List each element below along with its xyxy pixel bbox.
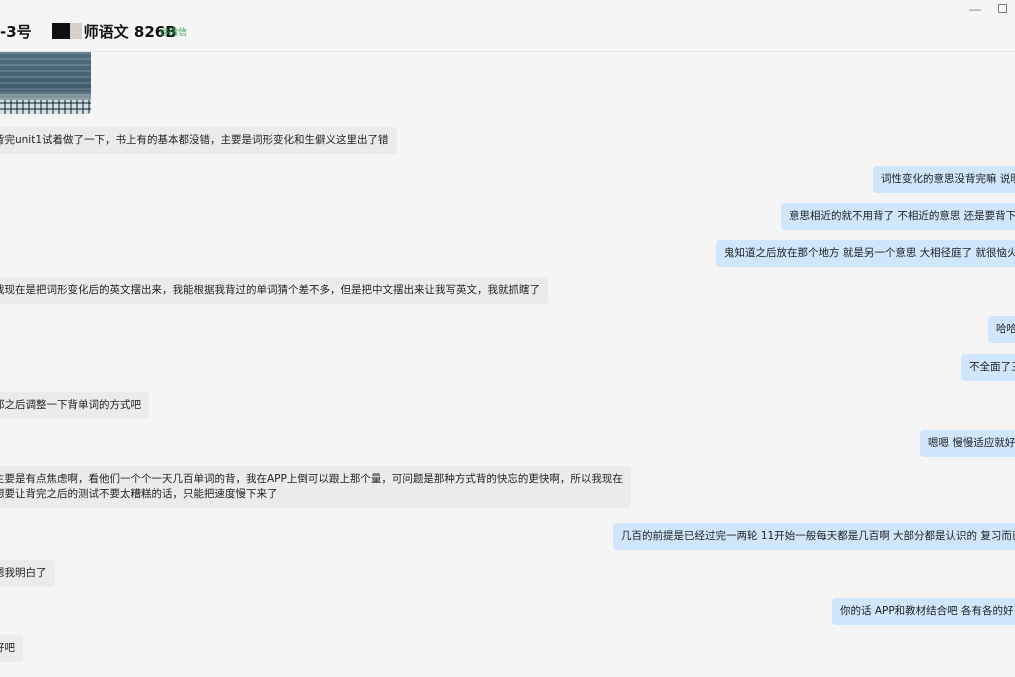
message-bubble-out[interactable]: 你的话 APP和教材结合吧 各有各的好: [832, 598, 1015, 625]
chat-header: -3号 师语文 826B @微信 —: [0, 0, 1015, 52]
minimize-icon[interactable]: —: [969, 2, 981, 16]
title-prefix: -3号: [0, 23, 32, 41]
message-text: 那之后调整一下背单词的方式吧: [0, 399, 141, 411]
message-text: 词性变化的意思没背完嘛 说明: [881, 173, 1015, 185]
image-message[interactable]: [0, 52, 91, 114]
message-text: 我现在是把词形变化后的英文摆出来，我能根据我背过的单词猜个差不多，但是把中文摆出…: [0, 284, 540, 296]
message-text: 你的话 APP和教材结合吧 各有各的好: [840, 605, 1014, 617]
message-text: 哈哈: [996, 323, 1015, 335]
message-text: 不全面了三: [969, 361, 1015, 373]
message-bubble-out[interactable]: 意思相近的就不用背了 不相近的意思 还是要背下: [781, 203, 1015, 230]
message-bubble-out[interactable]: 鬼知道之后放在那个地方 就是另一个意思 大相径庭了 就很恼火: [716, 240, 1015, 267]
message-text: 嗯嗯 慢慢适应就好: [928, 437, 1015, 449]
redacted-block-2: [69, 23, 82, 39]
wechat-tag: @微信: [160, 27, 188, 37]
redacted-block: [51, 23, 70, 39]
message-bubble-in[interactable]: 主要是有点焦虑啊，看他们一个个一天几百单词的背，我在APP上倒可以跟上那个量，可…: [0, 466, 631, 508]
maximize-icon[interactable]: [998, 4, 1007, 13]
message-bubble-in[interactable]: 好吧: [0, 635, 23, 662]
image-message-pattern: [0, 100, 91, 114]
message-bubble-in[interactable]: 那之后调整一下背单词的方式吧: [0, 392, 149, 419]
message-text: 背完unit1试着做了一下，书上有的基本都没错，主要是词形变化和生僻义这里出了错: [0, 134, 389, 146]
chat-window: -3号 师语文 826B @微信 — 背完unit1试着做了一下，书上有的基本都没…: [0, 0, 1015, 677]
message-list[interactable]: 背完unit1试着做了一下，书上有的基本都没错，主要是词形变化和生僻义这里出了错…: [0, 52, 1015, 677]
message-bubble-in[interactable]: 背完unit1试着做了一下，书上有的基本都没错，主要是词形变化和生僻义这里出了错: [0, 127, 397, 154]
message-bubble-in[interactable]: 我现在是把词形变化后的英文摆出来，我能根据我背过的单词猜个差不多，但是把中文摆出…: [0, 277, 548, 304]
message-text: 好吧: [0, 642, 15, 654]
message-bubble-out[interactable]: 词性变化的意思没背完嘛 说明: [873, 166, 1015, 193]
message-bubble-out[interactable]: 不全面了三: [961, 354, 1015, 381]
message-text: 想要让背完之后的测试不要太糟糕的话，只能把速度慢下来了: [0, 488, 278, 500]
chat-title: -3号 师语文 826B: [0, 21, 177, 42]
message-text: 主要是有点焦虑啊，看他们一个个一天几百单词的背，我在APP上倒可以跟上那个量，可…: [0, 473, 623, 485]
message-bubble-in[interactable]: 嗯我明白了: [0, 560, 55, 587]
message-bubble-out[interactable]: 几百的前提是已经过完一两轮 11开始一般每天都是几百啊 大部分都是认识的 复习而…: [613, 523, 1015, 550]
message-text: 意思相近的就不用背了 不相近的意思 还是要背下: [789, 210, 1015, 222]
message-text: 几百的前提是已经过完一两轮 11开始一般每天都是几百啊 大部分都是认识的 复习而…: [621, 530, 1015, 542]
message-text: 鬼知道之后放在那个地方 就是另一个意思 大相径庭了 就很恼火: [724, 247, 1015, 259]
message-bubble-out[interactable]: 嗯嗯 慢慢适应就好: [920, 430, 1015, 457]
message-text: 嗯我明白了: [0, 567, 47, 579]
message-bubble-out[interactable]: 哈哈: [988, 316, 1015, 343]
